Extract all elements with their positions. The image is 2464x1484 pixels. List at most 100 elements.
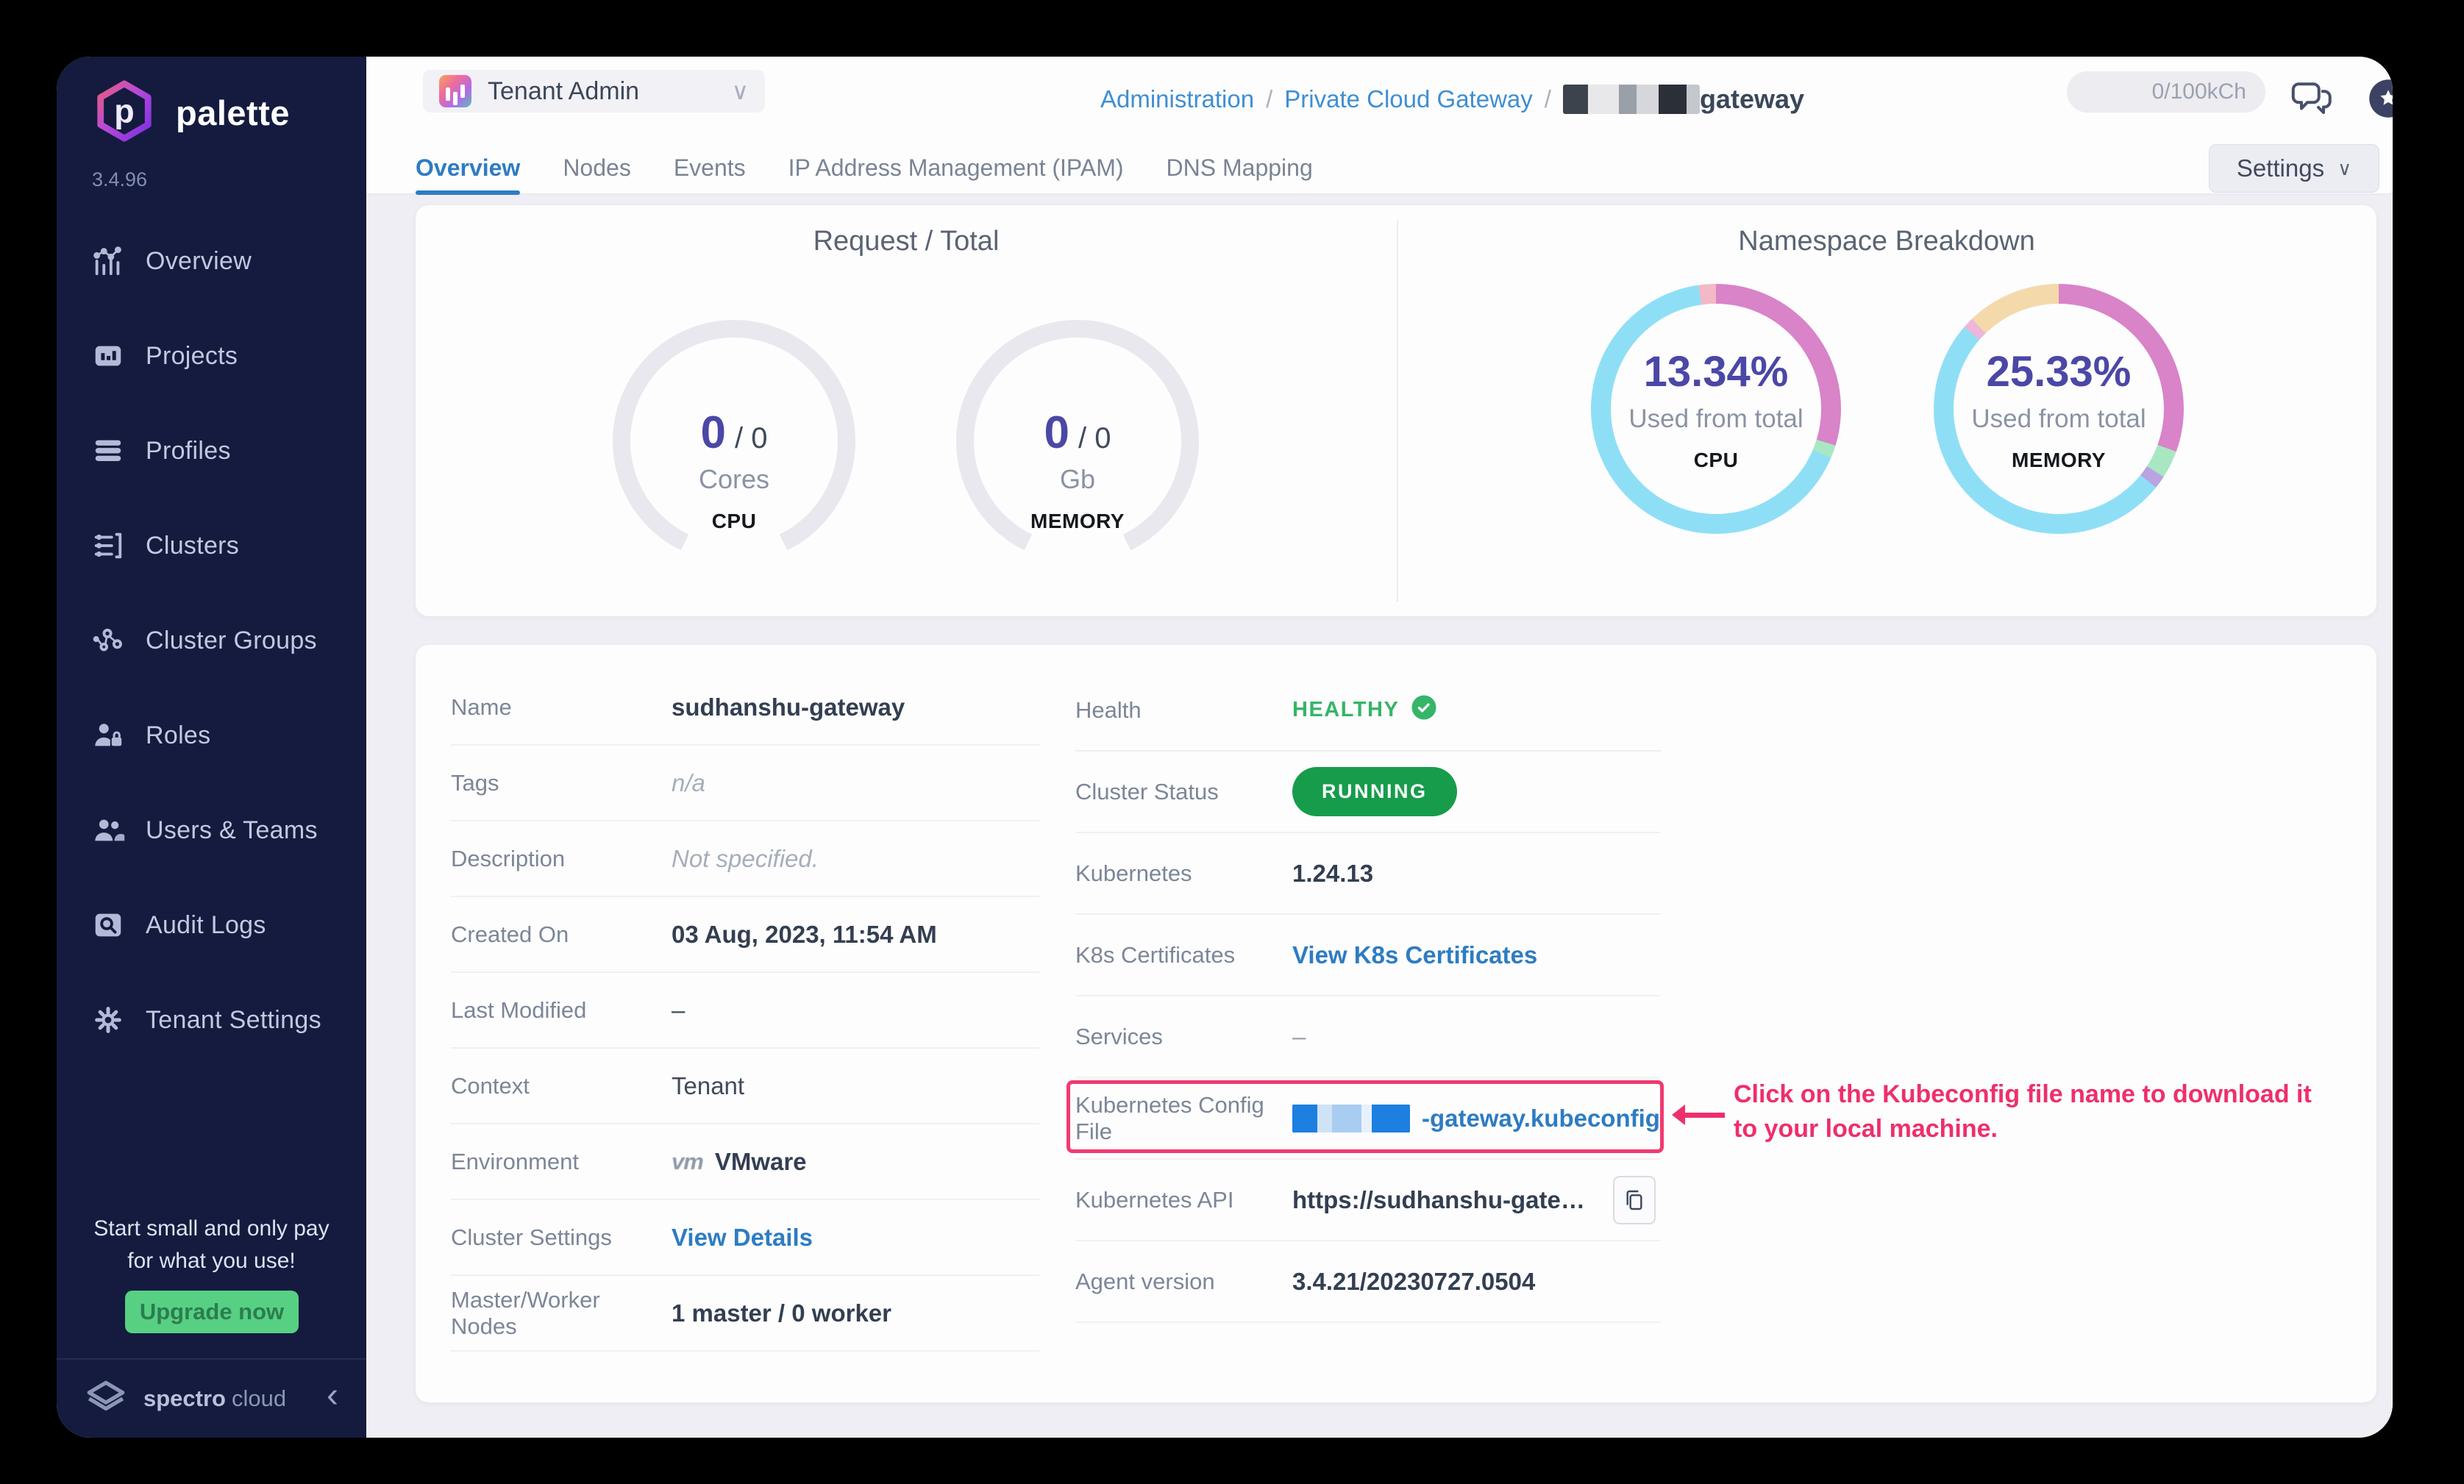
tab-ip-address-management-ipam[interactable]: IP Address Management (IPAM) — [788, 142, 1124, 193]
detail-value: Not specified. — [672, 845, 819, 873]
card-divider — [1397, 220, 1398, 602]
sidebar-item-label: Roles — [146, 721, 210, 750]
detail-link[interactable]: View Details — [672, 1224, 813, 1252]
detail-link[interactable]: View K8s Certificates — [1292, 941, 1537, 969]
detail-label: Agent version — [1075, 1269, 1292, 1295]
gauge-memory: 0 / 0GbMEMORY — [956, 320, 1199, 563]
detail-row-last-modified: Last Modified– — [451, 973, 1039, 1049]
gear-icon — [91, 1003, 125, 1037]
vmware-text: VMware — [715, 1148, 807, 1176]
content-area: Request / Total Namespace Breakdown 0 / … — [366, 195, 2393, 1438]
detail-label: Name — [451, 694, 672, 721]
namespace-breakdown-title: Namespace Breakdown — [1519, 226, 2254, 257]
detail-label: Created On — [451, 921, 672, 948]
sidebar-item-label: Projects — [146, 342, 238, 371]
svg-text:p: p — [114, 93, 134, 130]
sidebar-collapse-icon[interactable]: ‹ — [327, 1378, 338, 1419]
detail-label: Description — [451, 846, 672, 872]
sidebar-item-profiles[interactable]: Profiles — [57, 427, 366, 474]
sidebar-item-cluster-groups[interactable]: Cluster Groups — [57, 617, 366, 664]
breadcrumb: Administration / Private Cloud Gateway /… — [1100, 57, 1804, 142]
link-text[interactable]: View Details — [672, 1224, 813, 1252]
detail-label: Services — [1075, 1024, 1292, 1050]
chat-icon[interactable] — [2290, 76, 2335, 120]
sidebar-item-label: Profiles — [146, 437, 231, 465]
detail-row-name: Namesudhanshu-gateway — [451, 670, 1039, 746]
sidebar-item-roles[interactable]: Roles — [57, 712, 366, 759]
scope-selector[interactable]: Tenant Admin ∨ — [423, 70, 765, 113]
sidebar-item-label: Cluster Groups — [146, 627, 317, 655]
detail-label: Cluster Status — [1075, 779, 1292, 805]
detail-value: n/a — [672, 769, 705, 797]
detail-value: – — [672, 996, 685, 1024]
top-bar: Tenant Admin ∨ Administration / Private … — [366, 57, 2393, 142]
copy-button[interactable] — [1613, 1176, 1656, 1224]
gauge-unit: Gb — [956, 464, 1199, 495]
detail-row-services: Services– — [1075, 996, 1661, 1078]
link-text[interactable]: View K8s Certificates — [1292, 941, 1537, 969]
donut-caption: Used from total — [1934, 404, 2184, 434]
sidebar-item-users-teams[interactable]: Users & Teams — [57, 807, 366, 854]
favorites-star-icon[interactable] — [2368, 79, 2393, 118]
check-circle-icon — [1411, 694, 1437, 727]
app-version: 3.4.96 — [92, 168, 147, 191]
sidebar-item-overview[interactable]: Overview — [57, 238, 366, 285]
breadcrumb-administration[interactable]: Administration — [1100, 85, 1254, 113]
detail-label: Kubernetes Config File — [1075, 1092, 1292, 1145]
sidebar-item-label: Tenant Settings — [146, 1006, 321, 1035]
tab-nodes[interactable]: Nodes — [563, 142, 631, 193]
sidebar-item-label: Audit Logs — [146, 911, 266, 940]
detail-row-cluster-status: Cluster StatusRUNNING — [1075, 752, 1661, 833]
upgrade-now-button[interactable]: Upgrade now — [125, 1291, 299, 1333]
redacted-kubeconfig-block — [1292, 1104, 1410, 1133]
sidebar-nav: Overview Projects Profiles Clusters Cluster … — [57, 238, 366, 1091]
detail-row-health: HealthHEALTHY — [1075, 670, 1661, 752]
sidebar-item-clusters[interactable]: Clusters — [57, 522, 366, 569]
kubeconfig-link[interactable]: -gateway.kubeconfig — [1422, 1105, 1660, 1132]
sidebar-item-label: Clusters — [146, 532, 239, 560]
layers-icon — [91, 434, 125, 468]
overview-chart-icon — [91, 244, 125, 278]
detail-label: Cluster Settings — [451, 1224, 672, 1251]
detail-label: Kubernetes API — [1075, 1187, 1292, 1213]
tab-events[interactable]: Events — [674, 142, 746, 193]
sidebar-item-label: Users & Teams — [146, 816, 318, 845]
tab-overview[interactable]: Overview — [416, 142, 520, 193]
detail-value: 1.24.13 — [1292, 860, 1373, 888]
sidebar-item-audit-logs[interactable]: Audit Logs — [57, 902, 366, 949]
api-value: https://sudhanshu-gateway-q... — [1292, 1176, 1656, 1224]
details-right-column: HealthHEALTHYCluster StatusRUNNINGKubern… — [1075, 670, 1661, 1323]
detail-label: Kubernetes — [1075, 860, 1292, 887]
detail-row-kubernetes-config-file: Kubernetes Config File -gateway.kubeconfi… — [1075, 1078, 1661, 1160]
clusters-icon — [91, 529, 125, 563]
sidebar-item-projects[interactable]: Projects — [57, 332, 366, 379]
donut-metric-label: MEMORY — [1934, 449, 2184, 472]
detail-row-description: DescriptionNot specified. — [451, 821, 1039, 897]
detail-row-tags: Tagsn/a — [451, 746, 1039, 821]
detail-value: sudhanshu-gateway — [672, 693, 905, 721]
stats-card: Request / Total Namespace Breakdown 0 / … — [416, 205, 2376, 616]
detail-value: 1 master / 0 worker — [672, 1299, 891, 1327]
api-url: https://sudhanshu-gateway-q... — [1292, 1186, 1601, 1214]
usage-quota-pill: 0/100kCh — [2067, 71, 2265, 113]
detail-value: – — [1292, 1023, 1306, 1051]
sidebar-item-tenant-settings[interactable]: Tenant Settings — [57, 996, 366, 1044]
detail-value: 03 Aug, 2023, 11:54 AM — [672, 921, 937, 949]
gauge-metric-label: MEMORY — [956, 510, 1199, 533]
breadcrumb-private-cloud-gateway[interactable]: Private Cloud Gateway — [1284, 85, 1533, 113]
detail-label: Last Modified — [451, 997, 672, 1024]
request-total-title: Request / Total — [538, 226, 1274, 257]
vmware-icon: vm — [672, 1149, 703, 1175]
kubeconfig-value[interactable]: -gateway.kubeconfig — [1292, 1104, 1660, 1133]
tab-dns-mapping[interactable]: DNS Mapping — [1167, 142, 1313, 193]
detail-row-cluster-settings: Cluster SettingsView Details — [451, 1200, 1039, 1276]
health-label: HEALTHY — [1292, 698, 1399, 722]
detail-label: Environment — [451, 1149, 672, 1175]
settings-button[interactable]: Settings ∨ — [2209, 144, 2379, 193]
scope-label: Tenant Admin — [488, 77, 639, 106]
sidebar-item-label: Overview — [146, 247, 252, 276]
detail-label: K8s Certificates — [1075, 942, 1292, 968]
projects-icon — [91, 339, 125, 373]
detail-row-kubernetes: Kubernetes1.24.13 — [1075, 833, 1661, 915]
details-left-column: Namesudhanshu-gatewayTagsn/aDescriptionN… — [451, 670, 1039, 1352]
